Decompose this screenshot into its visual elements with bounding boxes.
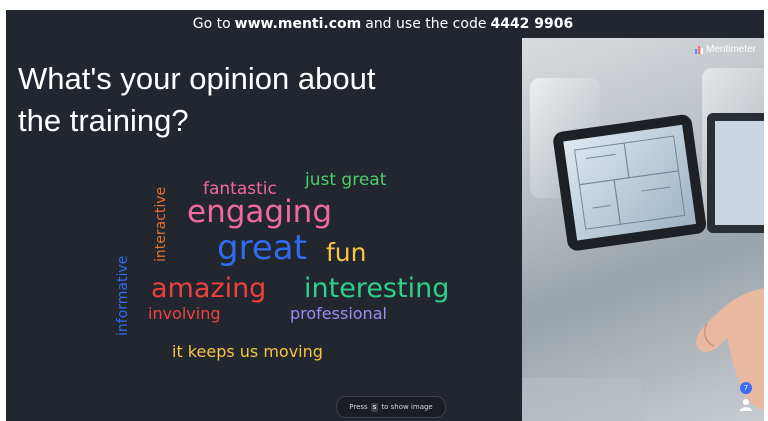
join-prefix: Go to bbox=[192, 16, 231, 32]
word-involving: involving bbox=[148, 304, 221, 323]
word-interesting: interesting bbox=[304, 273, 450, 304]
mentimeter-logo: Mentimeter bbox=[694, 44, 756, 55]
hint-key: s bbox=[370, 402, 379, 412]
tablet-hand-illustration bbox=[522, 68, 764, 421]
word-interactive: interactive bbox=[153, 186, 169, 262]
participant-count: 7 bbox=[740, 382, 752, 394]
word-just-great: just great bbox=[305, 170, 387, 190]
word-great: great bbox=[217, 228, 307, 268]
join-instructions: Go to www.menti.com and use the code 444… bbox=[6, 10, 764, 38]
join-code: 4442 9906 bbox=[490, 16, 574, 32]
question-title: What's your opinion about the training? bbox=[18, 58, 488, 142]
brand-name: Mentimeter bbox=[705, 44, 756, 55]
hint-before: Press bbox=[349, 403, 368, 411]
participant-counter[interactable]: 7 bbox=[738, 382, 754, 412]
background-photo bbox=[522, 38, 764, 421]
join-url[interactable]: www.menti.com bbox=[235, 16, 362, 32]
word-professional: professional bbox=[290, 304, 387, 323]
hint-after: to show image bbox=[381, 403, 433, 411]
word-it-keeps-us-moving: it keeps us moving bbox=[172, 342, 323, 361]
person-icon bbox=[740, 399, 752, 411]
question-line-2: the training? bbox=[18, 103, 189, 138]
question-line-1: What's your opinion about bbox=[18, 61, 376, 96]
mentimeter-bars-icon bbox=[694, 45, 703, 54]
word-amazing: amazing bbox=[151, 273, 267, 304]
word-informative: informative bbox=[115, 255, 131, 336]
keyboard-hint: Press s to show image bbox=[336, 396, 446, 418]
word-engaging: engaging bbox=[187, 194, 333, 230]
presentation-slide: Go to www.menti.com and use the code 444… bbox=[6, 10, 764, 421]
join-middle: and use the code bbox=[365, 16, 487, 32]
word-fun: fun bbox=[326, 238, 367, 267]
